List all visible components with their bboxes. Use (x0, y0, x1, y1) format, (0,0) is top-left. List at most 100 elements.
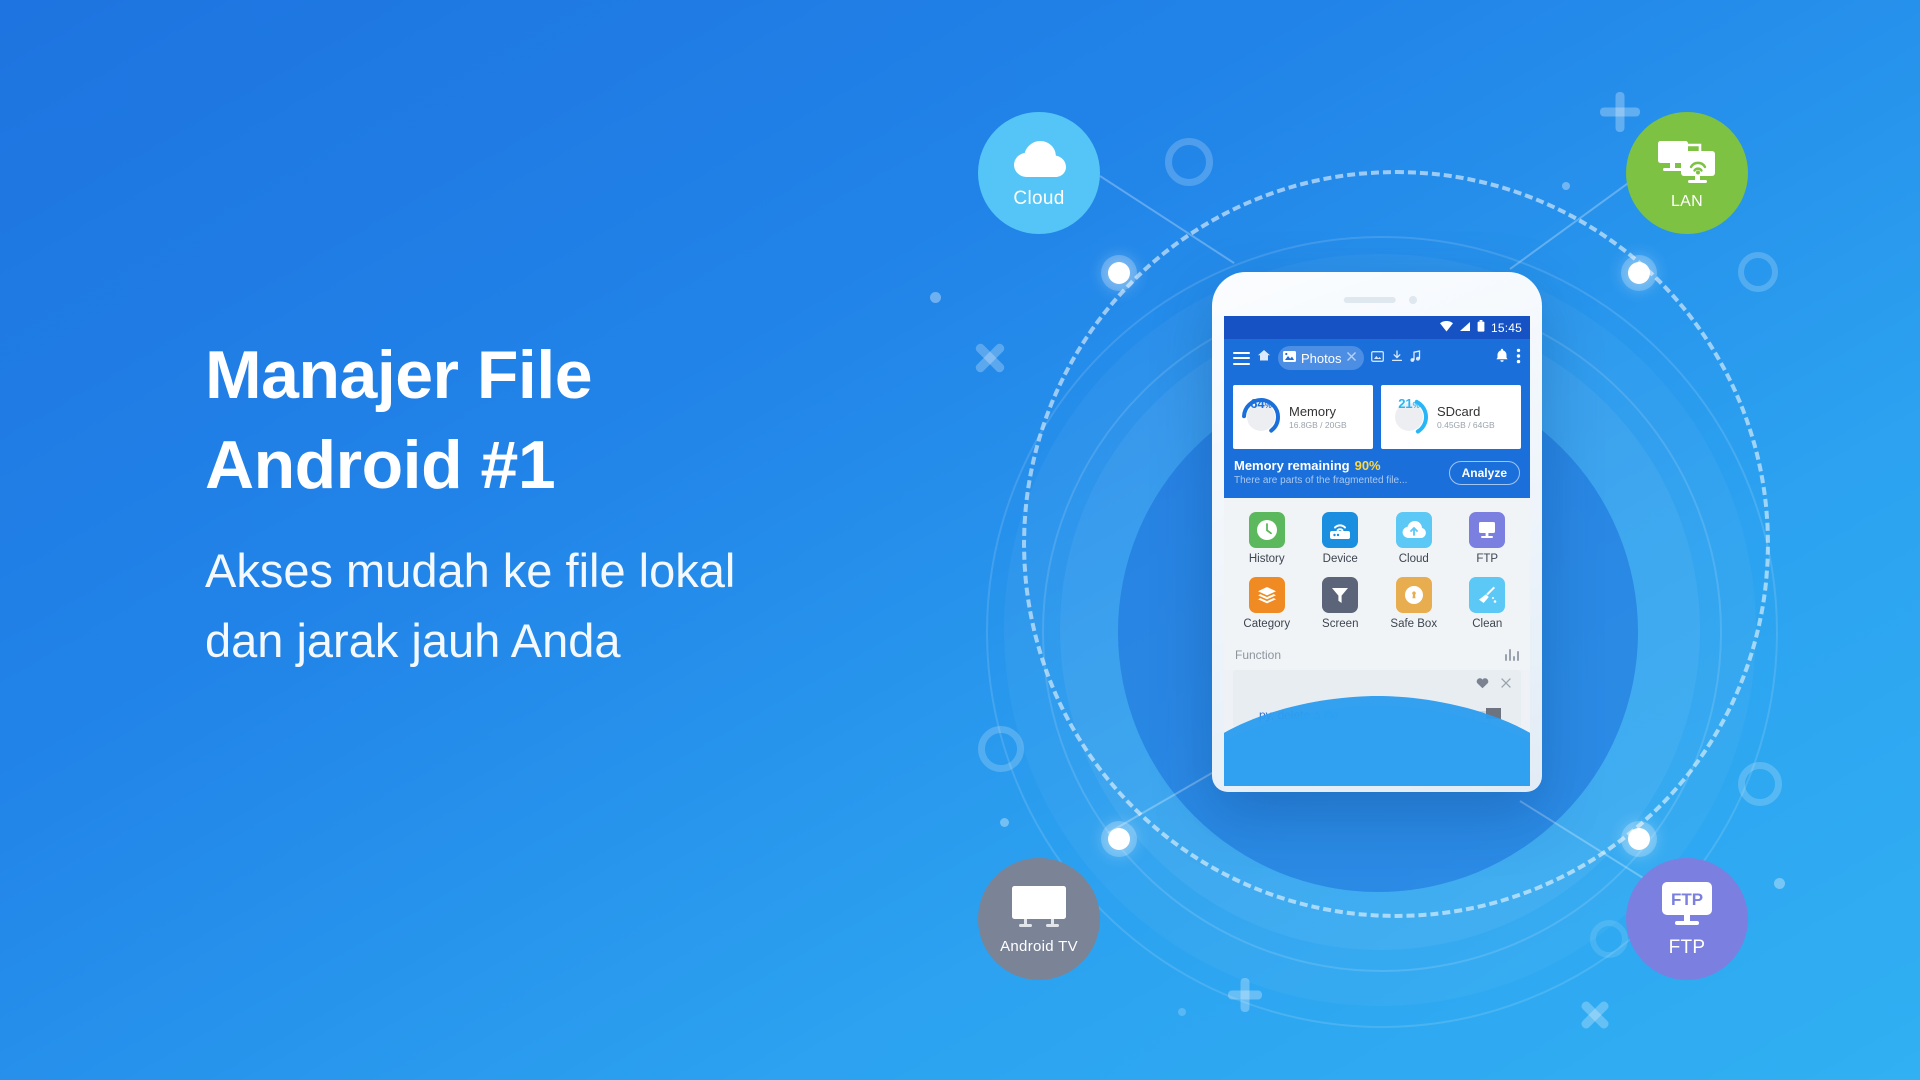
grid-item-ftp[interactable]: FTP (1451, 512, 1525, 565)
orbit-node-bottom-right (1628, 828, 1650, 850)
phone-camera (1409, 296, 1417, 304)
grid-item-safebox-label: Safe Box (1390, 618, 1438, 630)
svg-text:FTP: FTP (1671, 890, 1703, 909)
grid-item-history[interactable]: History (1230, 512, 1304, 565)
dot-decor-3 (1562, 182, 1570, 190)
phone-speaker (1343, 297, 1396, 303)
grid-item-history-label: History (1248, 553, 1285, 565)
sdcard-size: 0.45GB / 64GB (1437, 419, 1495, 430)
bottom-card-actions (1476, 676, 1512, 694)
sort-bars-icon[interactable] (1505, 649, 1519, 661)
function-section-label: Function (1235, 648, 1282, 662)
sdcard-info: SDcard 0.45GB / 64GB (1437, 404, 1495, 431)
close-icon[interactable] (1500, 676, 1512, 694)
grid-item-device[interactable]: Device (1304, 512, 1378, 565)
badge-lan-label: LAN (1670, 192, 1704, 210)
download-icon[interactable] (1391, 349, 1403, 367)
wifi-icon (1439, 319, 1453, 337)
badge-lan[interactable]: LAN (1626, 112, 1748, 234)
bottom-card[interactable]: py, delete a file (1233, 670, 1521, 726)
status-bar-time: 15:45 (1490, 320, 1522, 335)
image-icon (1283, 349, 1296, 367)
dot-decor-5 (1774, 878, 1785, 889)
function-grid: History Device Cloud FTP Category Screen… (1224, 498, 1530, 644)
plus-decor-1 (1600, 92, 1640, 132)
badge-cloud-label: Cloud (1013, 187, 1065, 209)
grid-item-category-label: Category (1243, 618, 1291, 630)
orbit-node-bottom-left (1108, 828, 1130, 850)
grid-item-screen[interactable]: Screen (1304, 577, 1378, 630)
storage-card-sdcard[interactable]: 21% SDcard 0.45GB / 64GB (1381, 385, 1521, 449)
page-subtitle: Akses mudah ke file lokal dan jarak jauh… (205, 544, 736, 667)
overflow-menu-icon[interactable] (1516, 348, 1521, 369)
broom-icon (1469, 577, 1506, 613)
memory-banner-texts: Memory remaining 90% There are parts of t… (1234, 458, 1449, 488)
grid-item-device-label: Device (1322, 553, 1358, 565)
layers-icon (1248, 577, 1285, 613)
function-section-header: Function (1224, 644, 1530, 670)
badge-cloud[interactable]: Cloud (978, 112, 1100, 234)
grid-item-safebox[interactable]: Safe Box (1377, 577, 1451, 630)
grid-item-category[interactable]: Category (1230, 577, 1304, 630)
ftp-monitor-icon: FTP (1657, 880, 1717, 933)
badge-android-tv[interactable]: Android TV (978, 858, 1100, 980)
connector-line-cloud (1099, 175, 1235, 264)
memory-banner-title: Memory remaining (1234, 458, 1350, 473)
memory-percent-symbol: % (1264, 401, 1272, 410)
grid-item-clean[interactable]: Clean (1451, 577, 1525, 630)
phone-mockup: 15:45 Photos 64 % Memory 16.8GB / 20GB 2… (1212, 272, 1542, 792)
heart-icon[interactable] (1476, 676, 1489, 694)
memory-banner: Memory remaining 90% There are parts of t… (1224, 449, 1530, 498)
function-grid-row-1: History Device Cloud FTP (1230, 512, 1524, 577)
hero-copy: Manajer File Android #1 Akses mudah ke f… (205, 330, 965, 676)
router-icon (1322, 512, 1359, 548)
bell-icon[interactable] (1495, 348, 1509, 368)
image-icon[interactable] (1371, 349, 1385, 367)
phone-screen: 15:45 Photos 64 % Memory 16.8GB / 20GB 2… (1224, 316, 1530, 786)
sdcard-percent: 21 (1398, 396, 1413, 411)
sdcard-percent-symbol: % (1412, 401, 1420, 410)
home-icon[interactable] (1257, 349, 1271, 367)
analyze-button[interactable]: Analyze (1448, 461, 1520, 485)
clock-icon (1248, 512, 1285, 548)
tab-photos-label: Photos (1301, 350, 1342, 366)
badge-ftp[interactable]: FTP FTP (1626, 858, 1748, 980)
plus-decor-2 (1228, 978, 1262, 1012)
lan-monitors-icon (1655, 136, 1719, 189)
grid-item-clean-label: Clean (1472, 618, 1503, 630)
hamburger-menu-icon[interactable] (1233, 351, 1250, 365)
storage-card-memory[interactable]: 64% Memory 16.8GB / 20GB (1233, 385, 1373, 449)
bottom-card-thumbnail (1472, 708, 1503, 725)
app-toolbar: Photos (1224, 339, 1530, 377)
connector-line-ftp (1519, 800, 1648, 882)
dot-decor-4 (1000, 818, 1009, 827)
memory-info: Memory 16.8GB / 20GB (1289, 404, 1347, 431)
dot-decor-6 (1178, 1008, 1186, 1016)
badge-ftp-label: FTP (1668, 936, 1706, 958)
memory-banner-percent: 90% (1354, 458, 1381, 473)
close-icon[interactable] (1346, 349, 1357, 367)
grid-item-cloud[interactable]: Cloud (1377, 512, 1451, 565)
connector-line-lan (1509, 180, 1632, 270)
memory-gauge: 64% (1240, 396, 1282, 438)
sdcard-gauge: 21% (1388, 396, 1430, 438)
memory-name: Memory (1289, 403, 1336, 419)
cloud-upload-icon (1395, 512, 1432, 548)
orbit-node-top-right (1628, 262, 1650, 284)
function-grid-row-2: Category Screen Safe Box Clean (1230, 577, 1524, 642)
ring-decor-4 (1738, 762, 1782, 806)
tv-icon (1008, 883, 1070, 934)
x-decor-1 (972, 340, 1008, 376)
dot-decor-1 (930, 292, 941, 303)
memory-percent: 64 (1250, 396, 1265, 411)
music-icon[interactable] (1410, 349, 1421, 367)
grid-item-screen-label: Screen (1322, 618, 1359, 630)
status-bar: 15:45 (1224, 316, 1530, 339)
signal-icon (1459, 319, 1471, 337)
storage-cards: 64% Memory 16.8GB / 20GB 21 % SDcard 0.4… (1224, 377, 1530, 449)
badge-android-tv-label: Android TV (1000, 938, 1078, 955)
sdcard-name: SDcard (1437, 403, 1481, 419)
cloud-icon (1009, 137, 1069, 184)
ring-decor-2 (1738, 252, 1778, 292)
tab-photos[interactable]: Photos (1278, 346, 1365, 370)
